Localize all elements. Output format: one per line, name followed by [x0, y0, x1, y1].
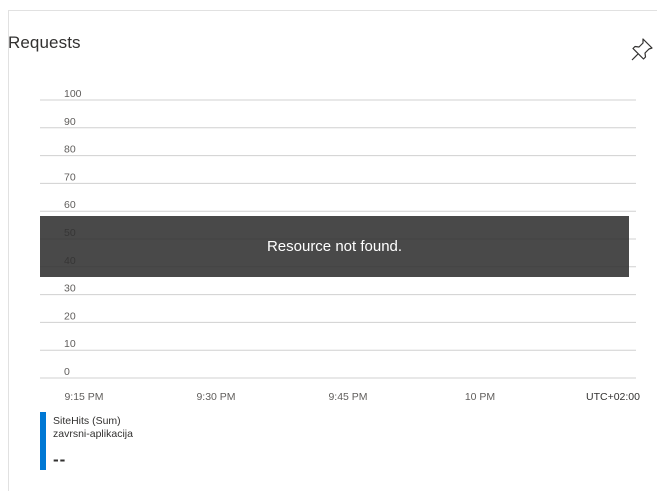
legend-value: --	[53, 450, 67, 469]
y-tick-label: 70	[64, 171, 76, 183]
y-tick-label: 100	[64, 88, 82, 100]
y-tick-label: 60	[64, 199, 76, 211]
resource-not-found-overlay: Resource not found.	[40, 216, 629, 277]
y-tick-label: 20	[64, 310, 76, 322]
x-tick-label: 9:45 PM	[328, 391, 367, 403]
legend-metric-name: SiteHits (Sum)	[53, 415, 121, 427]
overlay-message: Resource not found.	[266, 238, 403, 255]
x-tick-label: 9:30 PM	[196, 391, 235, 403]
y-tick-label: 0	[64, 366, 70, 378]
requests-chart: 10090807060504030201009:15 PM9:30 PM9:45…	[40, 88, 640, 403]
timezone-label: UTC+02:00	[586, 391, 640, 403]
y-tick-label: 80	[64, 144, 76, 156]
y-tick-label: 90	[64, 116, 76, 128]
y-tick-label: 30	[64, 283, 76, 295]
x-tick-label: 10 PM	[465, 391, 495, 403]
legend-item-sitehits[interactable]: SiteHits (Sum) zavrsni-aplikacija --	[40, 412, 240, 470]
legend-resource-name: zavrsni-aplikacija	[53, 428, 133, 440]
x-tick-label: 9:15 PM	[64, 391, 103, 403]
y-tick-label: 10	[64, 338, 76, 350]
legend-color-bar	[40, 412, 46, 470]
